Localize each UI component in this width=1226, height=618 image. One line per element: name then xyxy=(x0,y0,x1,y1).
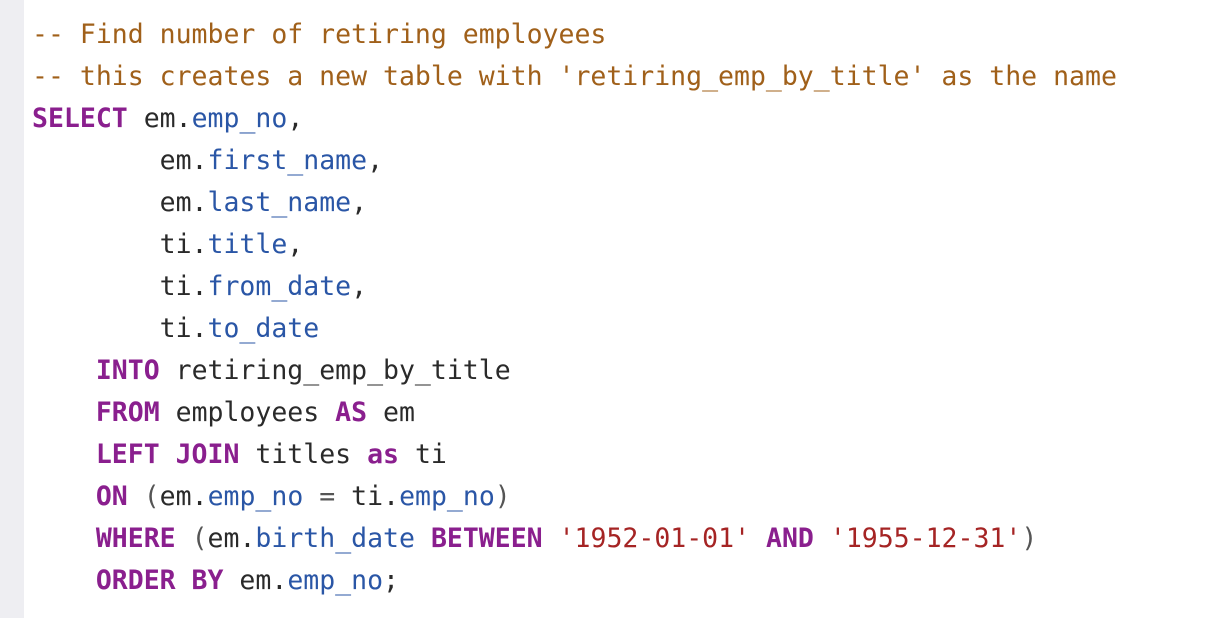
sql-text: , xyxy=(287,229,304,260)
sql-text: . xyxy=(175,103,192,134)
sql-text: . xyxy=(191,145,208,176)
sql-keyword: LEFT JOIN xyxy=(95,439,240,470)
code-block[interactable]: -- Find number of retiring employees -- t… xyxy=(32,14,1117,602)
sql-text: . xyxy=(191,481,208,512)
sql-identifier: last_name xyxy=(207,187,352,218)
sql-text: em xyxy=(127,103,176,134)
code-line: ti.from_date, xyxy=(32,266,1117,308)
code-line: FROM employees AS em xyxy=(32,392,1117,434)
sql-text: . xyxy=(271,565,288,596)
sql-keyword: ORDER BY xyxy=(95,565,224,596)
sql-identifier: emp_no xyxy=(399,481,495,512)
sql-comment: -- Find number of retiring employees xyxy=(32,19,607,50)
sql-text: ti xyxy=(32,271,192,302)
sql-keyword: ON xyxy=(95,481,128,512)
code-line: em.last_name, xyxy=(32,182,1117,224)
sql-text: em xyxy=(32,187,192,218)
sql-identifier: emp_no xyxy=(207,481,304,512)
code-line: -- this creates a new table with 'retiri… xyxy=(32,56,1117,98)
sql-text: . xyxy=(239,523,256,554)
sql-text: , xyxy=(287,103,304,134)
sql-text: , xyxy=(351,187,368,218)
sql-string: '1955-12-31' xyxy=(829,523,1022,554)
sql-text: ti xyxy=(398,439,447,470)
sql-punctuation: ) xyxy=(494,481,511,512)
editor-gutter xyxy=(0,0,24,618)
sql-comment: -- this creates a new table with 'retiri… xyxy=(32,61,1117,92)
sql-text: em xyxy=(223,565,272,596)
sql-text: ti xyxy=(351,481,384,512)
sql-text: . xyxy=(191,271,208,302)
code-line: LEFT JOIN titles as ti xyxy=(32,434,1117,476)
sql-text: ti xyxy=(32,313,192,344)
sql-keyword: WHERE xyxy=(95,523,176,554)
sql-text: em xyxy=(367,397,415,428)
sql-identifier: first_name xyxy=(207,145,368,176)
sql-text: em xyxy=(159,481,192,512)
sql-punctuation: ( xyxy=(127,481,160,512)
code-line: -- Find number of retiring employees xyxy=(32,14,1117,56)
sql-identifier: emp_no xyxy=(191,103,288,134)
code-editor[interactable]: -- Find number of retiring employees -- t… xyxy=(0,0,1226,618)
sql-identifier: from_date xyxy=(207,271,352,302)
sql-identifier: to_date xyxy=(207,313,320,344)
sql-keyword: BETWEEN xyxy=(430,523,543,554)
sql-keyword: FROM xyxy=(95,397,160,428)
code-line: ON (em.emp_no = ti.emp_no) xyxy=(32,476,1117,518)
sql-text: employees xyxy=(159,397,336,428)
sql-punctuation: ( xyxy=(175,523,208,554)
sql-text: em xyxy=(32,145,192,176)
sql-text: ; xyxy=(383,565,400,596)
code-line: WHERE (em.birth_date BETWEEN '1952-01-01… xyxy=(32,518,1117,560)
sql-text: . xyxy=(191,313,208,344)
code-line: ti.title, xyxy=(32,224,1117,266)
sql-keyword: AND xyxy=(766,523,814,554)
sql-text: titles xyxy=(239,439,368,470)
sql-keyword: SELECT xyxy=(32,103,128,134)
sql-punctuation: = xyxy=(303,481,352,512)
sql-keyword: INTO xyxy=(95,355,160,386)
sql-text: em xyxy=(207,523,240,554)
sql-text: , xyxy=(367,145,384,176)
code-line: SELECT em.emp_no, xyxy=(32,98,1117,140)
sql-text: retiring_emp_by_title xyxy=(159,355,511,386)
sql-text: . xyxy=(191,187,208,218)
sql-identifier: title xyxy=(207,229,288,260)
sql-identifier: emp_no xyxy=(287,565,384,596)
code-line: ti.to_date xyxy=(32,308,1117,350)
sql-text: ti xyxy=(32,229,192,260)
code-line: em.first_name, xyxy=(32,140,1117,182)
sql-keyword: as xyxy=(367,439,399,470)
sql-text: . xyxy=(191,229,208,260)
code-line: INTO retiring_emp_by_title xyxy=(32,350,1117,392)
sql-keyword: AS xyxy=(335,397,368,428)
sql-punctuation: ) xyxy=(1021,523,1038,554)
sql-string: '1952-01-01' xyxy=(558,523,751,554)
sql-text: . xyxy=(383,481,400,512)
code-line: ORDER BY em.emp_no; xyxy=(32,560,1117,602)
sql-text: , xyxy=(351,271,368,302)
sql-identifier: birth_date xyxy=(255,523,415,554)
